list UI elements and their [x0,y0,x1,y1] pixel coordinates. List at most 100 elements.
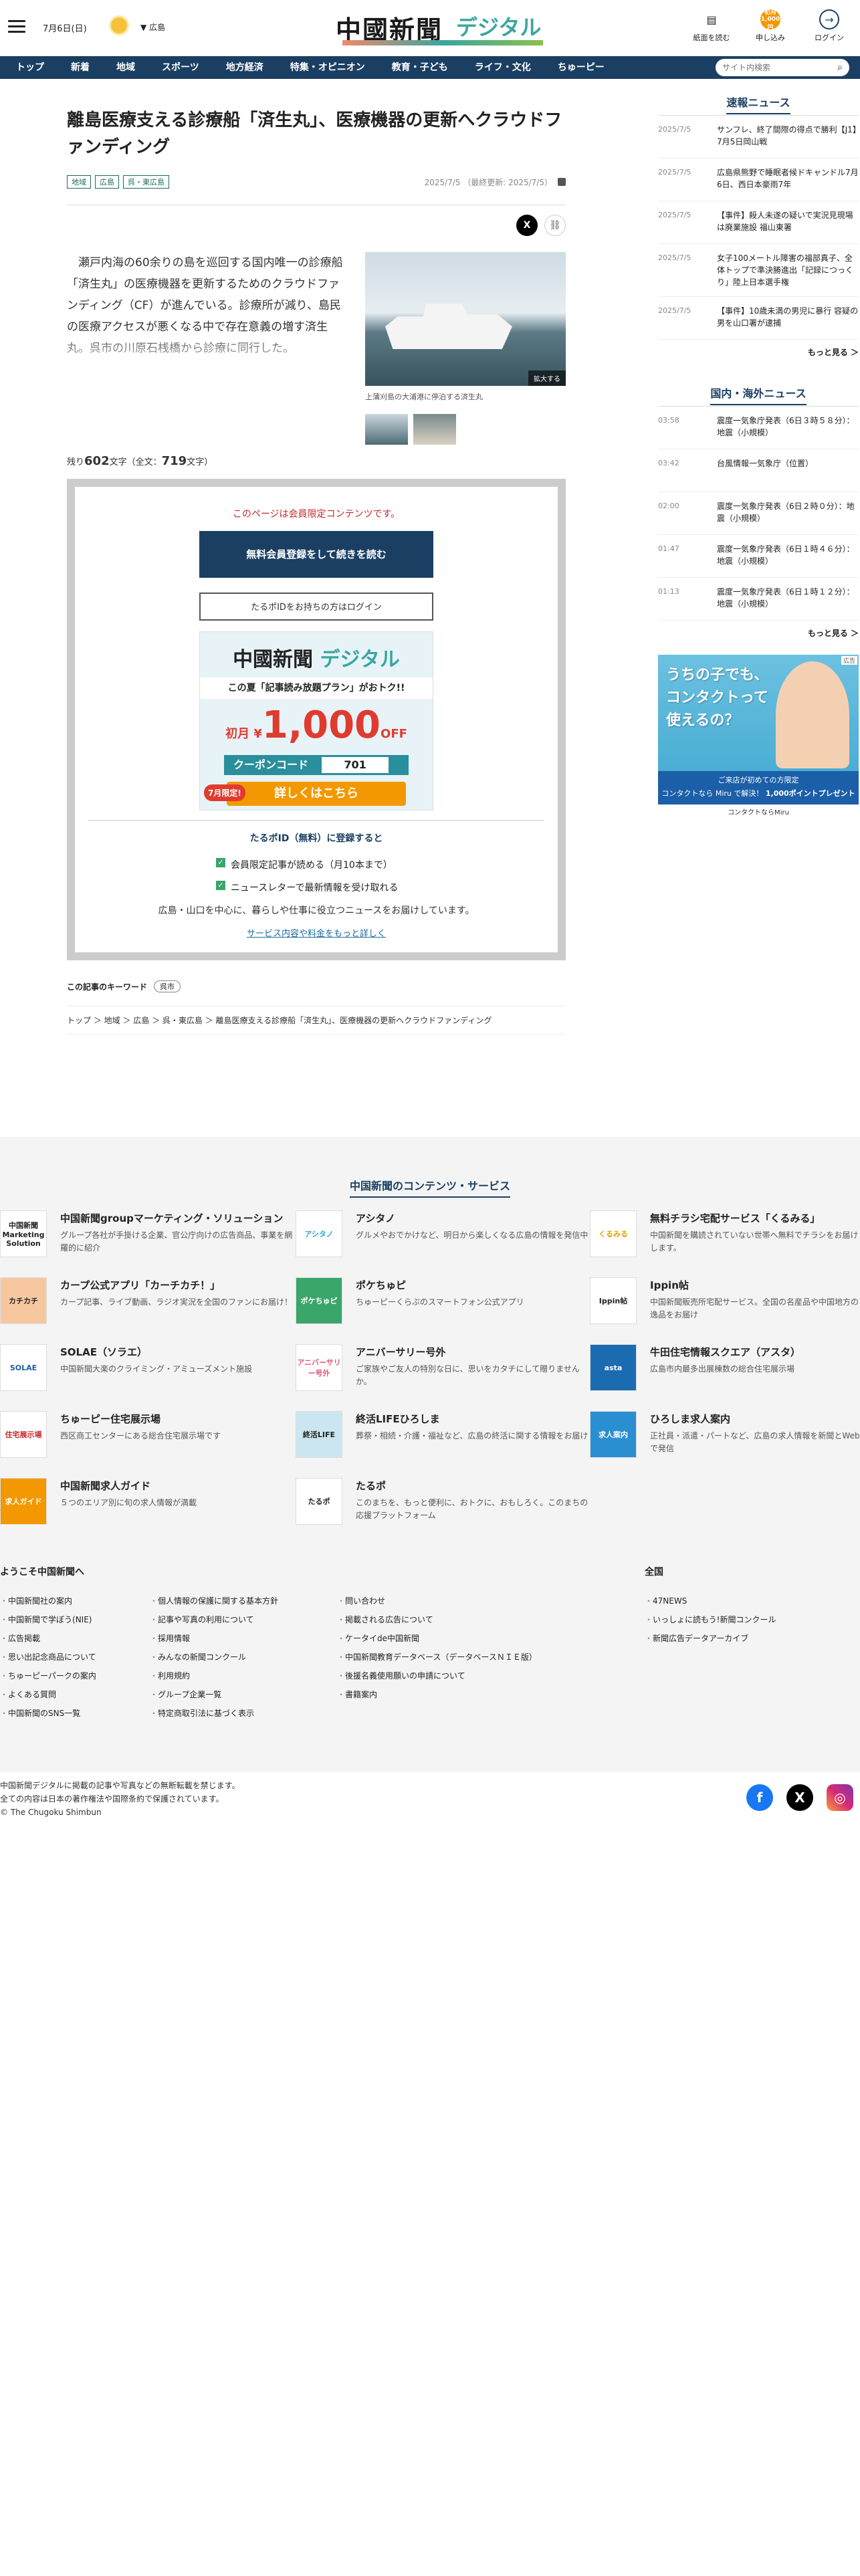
footer-link[interactable]: 記事や写真の利用について [150,1610,278,1629]
keyword-tag[interactable]: 呉市 [154,980,181,992]
tag-hiroshima[interactable]: 広島 [95,175,119,189]
ad-badge[interactable]: 広告 [841,656,857,665]
enlarge-button[interactable]: 拡大する [528,370,566,386]
footer-link[interactable]: 特定商取引法に基づく表示 [150,1704,278,1723]
service-item[interactable]: カチカチ カープ公式アプリ「カーチカチ！」 カープ記事、ライブ動画、ラジオ実況を全国… [0,1277,296,1324]
read-paper-label: 紙面を読む [693,33,730,42]
service-item[interactable]: 住宅展示場 ちゅーピー住宅展示場 西区商工センターにある総合住宅展示場です [0,1411,296,1458]
footer-link[interactable]: いっしょに読もう!新聞コンクール [645,1610,776,1629]
breaking-more-link[interactable]: もっと見る ＞ [658,346,859,358]
search-icon[interactable]: ⌕ [837,62,843,73]
service-item[interactable]: 求人ガイド 中国新聞求人ガイド ５つのエリア別に旬の求人情報が満載 [0,1478,296,1525]
service-item[interactable]: SOLAE SOLAE（ソラエ） 中国新聞大楽のクライミング・アミューズメント施設 [0,1344,296,1391]
article-main: 離島医療支える診療船「済生丸」、医療機器の更新へクラウドファンディング 地域 広… [67,94,566,1035]
breaking-title: 速報ニュース [658,94,859,116]
tag-chiiki[interactable]: 地域 [67,175,91,189]
services-title: 中国新聞のコンテンツ・サービス [0,1177,860,1198]
service-item[interactable]: アニバーサリー号外 アニバーサリー号外 ご家族やご友人の特別な日に、思いをカタチにし… [296,1344,590,1391]
footer-link[interactable]: 47NEWS [645,1592,776,1610]
footer-link[interactable]: 中国新聞で学ぼう(NIE) [0,1610,96,1629]
tag-kure[interactable]: 呉・東広島 [123,175,169,189]
footer-link[interactable]: 利用規約 [150,1667,278,1685]
main-nav: トップ 新着 地域 スポーツ 地方経済 特集・オピニオン 教育・子ども ライフ・… [0,56,860,79]
footer-link[interactable]: ケータイde中国新聞 [337,1629,537,1648]
list-item[interactable]: 02:00 震度一気象庁発表（6日２時０分）：地震（小規模） [658,492,859,535]
service-item[interactable]: Ippin帖 Ippin帖 中国新聞販売所宅配サービス。全国の名産品や中国地方の逸品… [590,1277,860,1324]
apply-button[interactable]: 初月1,000円 申し込み [750,9,790,43]
service-item[interactable]: ポケちゅピ ポケちゅピ ちゅーピーくらぶのスマートフォン公式アプリ [296,1277,590,1324]
limited-badge: 7月限定! [204,784,245,801]
footer-link[interactable]: 中国新聞教育データベース（データベースＮＩＥ版） [337,1648,537,1667]
search-input[interactable] [722,63,838,72]
share-bar: X ⛓ [67,215,566,236]
promo-cta-button[interactable]: 詳しくはこちら [227,782,406,806]
services-grid: 中国新聞 Marketing Solution 中国新聞groupマーケティング・… [0,1210,860,1525]
list-item[interactable]: 2025/7/5 【事件】殺人未遂の疑いで実況見現場は廃業施設 福山東署 [658,201,859,244]
footer-link[interactable]: グループ企業一覧 [150,1685,278,1704]
x-share-icon[interactable]: X [516,215,538,236]
service-item[interactable]: asta 牛田住宅情報スクエア（アスタ） 広島市内最多出展棟数の総合住宅展示場 [590,1344,860,1391]
photo-caption: 上蒲刈島の大浦港に停泊する済生丸 [365,393,483,401]
service-item[interactable]: 終活LIFE 終活LIFEひろしま 葬祭・相続・介護・福祉など、広島の終活に関する情… [296,1411,590,1458]
promo-banner[interactable]: 中國新聞 デジタル この夏「記事読み放題プラン」がおトク!! 初月 ¥1,000… [199,631,433,811]
ad-banner[interactable]: うちの子でも、コンタクトって使えるの？ ご来店が初めての方限定 コンタクトなら M… [658,655,859,822]
service-item[interactable]: たるポ たるポ このまちを、もっと便利に、おトクに、おもしろく。このまちの応援プラッ… [296,1478,590,1525]
footer-link[interactable]: 広告掲載 [0,1629,96,1648]
footer-link[interactable]: 中国新聞社の案内 [0,1592,96,1610]
article-lead: 瀬戸内海の60余りの島を巡回する国内唯一の診療船「済生丸」の医療機器を更新するた… [67,252,345,377]
nav-local[interactable]: 地域 [103,56,148,79]
service-item[interactable]: アシタノ アシタノ グルメやおでかけなど、明日から楽しくなる広島の情報を発信中 [296,1210,590,1257]
footer-link[interactable]: みんなの新聞コンクール [150,1648,278,1667]
read-paper-button[interactable]: ▤ 紙面を読む [691,9,732,43]
service-item[interactable]: 求人案内 ひろしま求人案内 正社員・派遣・パートなど、広島の求人情報を新聞とWebで… [590,1411,860,1458]
list-item[interactable]: 03:58 震度一気象庁発表（6日３時５８分）：地震（小規模） [658,407,859,449]
footer-link[interactable]: 掲載される広告について [337,1610,537,1629]
footer-link[interactable]: 採用情報 [150,1629,278,1648]
login-button[interactable]: → ログイン [809,9,849,43]
nav-features[interactable]: 特集・オピニオン [277,56,379,79]
list-item[interactable]: 2025/7/5 サンフレ、終了間際の得点で勝利【J1】7月5日岡山戦 [658,116,859,158]
taropo-login-button[interactable]: たるポIDをお持ちの方はログイン [199,593,433,621]
list-item[interactable]: 03:42 台風情報一気象庁（位置） [658,449,859,492]
thumb-2[interactable] [413,414,456,445]
nav-sports[interactable]: スポーツ [148,56,213,79]
nav-education[interactable]: 教育・子ども [379,56,461,79]
site-logo[interactable]: 中國新聞 デジタル [336,7,556,45]
thumb-1[interactable] [365,414,408,445]
footer-link[interactable]: 後援名義使用願いの申請について [337,1667,537,1685]
footer-link[interactable]: 新聞広告データアーカイブ [645,1629,776,1648]
remaining-count: 残り602文字（全文：719文字） [67,454,213,468]
register-button[interactable]: 無料会員登録をして続きを読む [199,531,433,578]
list-item[interactable]: 2025/7/5 【事件】10歳未満の男児に暴行 容疑の男を山口署が逮捕 [658,297,859,340]
logo-sub: デジタル [456,15,542,40]
service-item[interactable]: くるみる 無料チラシ宅配サービス「くるみる」 中国新聞を購読されていない世帯へ無料で… [590,1210,860,1257]
header-date: 7月6日(日) [43,24,87,34]
footer-link[interactable]: よくある質問 [0,1685,96,1704]
national-more-link[interactable]: もっと見る ＞ [658,627,859,639]
footer-link[interactable]: 中国新聞のSNS一覧 [0,1704,96,1723]
service-detail-link[interactable]: サービス内容や料金をもっと詳しく [247,926,386,939]
nav-top[interactable]: トップ [3,56,58,79]
footer-link[interactable]: 個人情報の保護に関する基本方針 [150,1592,278,1610]
photo-image[interactable]: 拡大する [365,252,566,386]
breadcrumb[interactable]: トップ ＞ 地域 ＞ 広島 ＞ 呉・東広島 ＞ 離島医療支える診療船「済生丸」、… [67,1006,566,1035]
facebook-icon[interactable]: f [746,1784,773,1811]
list-item[interactable]: 2025/7/5 女子100メートル障害の福部真子、全体トップで準決勝進出「記録に… [658,244,859,297]
nav-chupy[interactable]: ちゅーピー [544,56,618,79]
copy-link-icon[interactable]: ⛓ [544,215,566,236]
nav-new[interactable]: 新着 [58,56,103,79]
footer-link[interactable]: ちゅーピーパークの案内 [0,1667,96,1685]
list-item[interactable]: 2025/7/5 広島県熊野で睡眠者候ドキャンドル7月6日、西日本豪雨7年 [658,158,859,201]
footer-link[interactable]: 書籍案内 [337,1685,537,1704]
nav-life[interactable]: ライフ・文化 [461,56,544,79]
service-item[interactable]: 中国新聞 Marketing Solution 中国新聞groupマーケティング・… [0,1210,296,1257]
region-selector[interactable]: ▼ 広島 [140,21,165,33]
footer-link[interactable]: 問い合わせ [337,1592,537,1610]
list-item[interactable]: 01:13 震度一気象庁発表（6日１時１２分）：地震（小規模） [658,578,859,621]
menu-icon[interactable] [8,20,25,33]
nav-economy[interactable]: 地方経済 [213,56,277,79]
footer-link[interactable]: 思い出記念商品について [0,1648,96,1667]
list-item[interactable]: 01:47 震度一気象庁発表（6日１時４６分）：地震（小規模） [658,535,859,578]
x-icon[interactable]: X [786,1784,813,1811]
instagram-icon[interactable]: ◎ [827,1784,853,1811]
